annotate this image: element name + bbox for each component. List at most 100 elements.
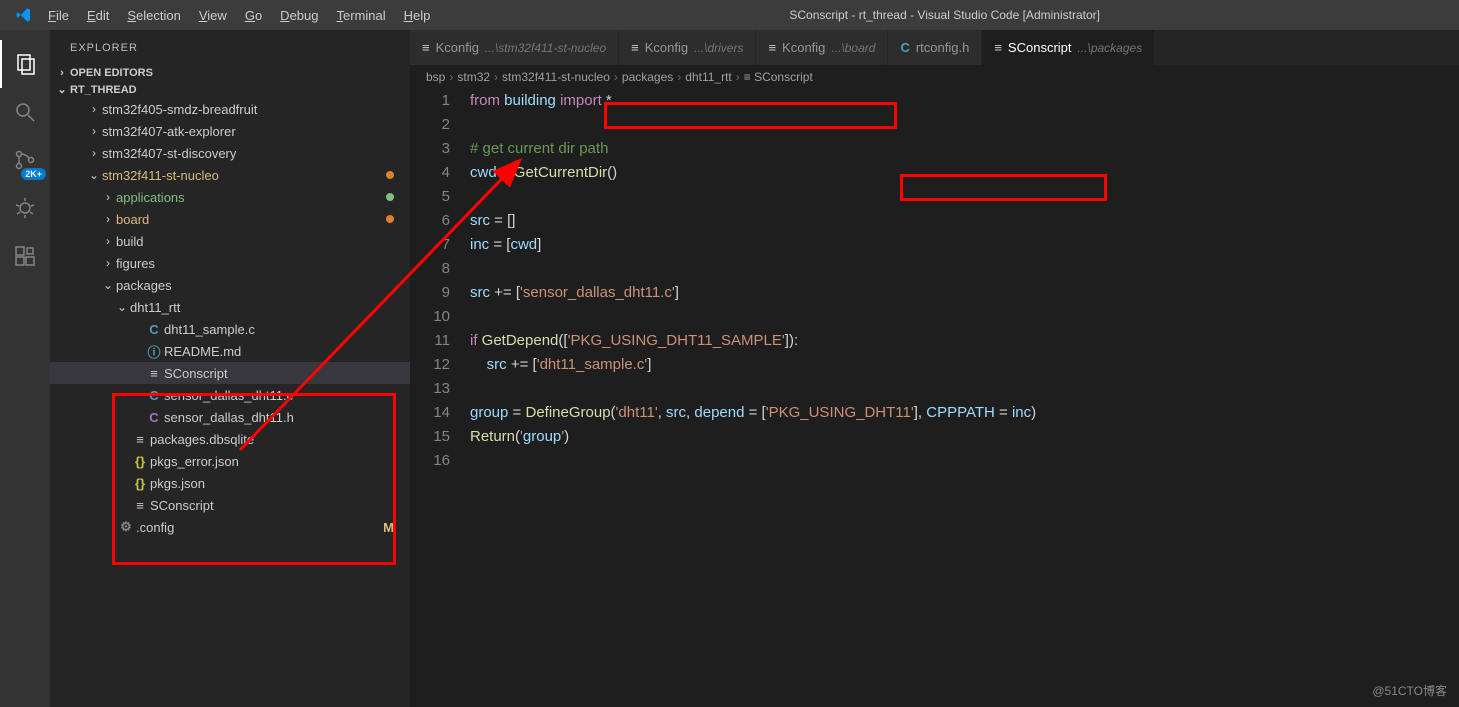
tree-item[interactable]: ⌄stm32f411-st-nucleo bbox=[50, 164, 410, 186]
tree-item[interactable]: ›figures bbox=[50, 252, 410, 274]
tree-label: pkgs.json bbox=[150, 476, 205, 491]
breadcrumb-item[interactable]: packages bbox=[622, 70, 673, 84]
breadcrumb-item[interactable]: stm32 bbox=[457, 70, 490, 84]
tree-item[interactable]: ›stm32f407-atk-explorer bbox=[50, 120, 410, 142]
tree-item[interactable]: Csensor_dallas_dht11.c bbox=[50, 384, 410, 406]
git-status-dot bbox=[386, 171, 394, 179]
chevron-icon: › bbox=[100, 212, 116, 226]
tree-item[interactable]: ›stm32f405-smdz-breadfruit bbox=[50, 98, 410, 120]
menu-item-help[interactable]: Help bbox=[396, 4, 439, 27]
tree-label: sensor_dallas_dht11.c bbox=[164, 388, 293, 403]
menu-item-file[interactable]: File bbox=[40, 4, 77, 27]
tree-item[interactable]: ≡packages.dbsqlite bbox=[50, 428, 410, 450]
menu-item-view[interactable]: View bbox=[191, 4, 235, 27]
tree-item[interactable]: {}pkgs.json bbox=[50, 472, 410, 494]
chevron-icon: › bbox=[86, 102, 102, 116]
breadcrumb-separator-icon: › bbox=[736, 70, 740, 84]
tree-label: build bbox=[116, 234, 143, 249]
breadcrumb-separator-icon: › bbox=[494, 70, 498, 84]
vscode-logo-icon bbox=[16, 7, 32, 23]
tree-label: applications bbox=[116, 190, 185, 205]
menu-item-edit[interactable]: Edit bbox=[79, 4, 117, 27]
open-editors-header[interactable]: › OPEN EDITORS bbox=[50, 65, 410, 81]
tab-path: ...\board bbox=[831, 41, 875, 55]
editor-tabs: ≡Kconfig...\stm32f411-st-nucleo≡Kconfig.… bbox=[410, 30, 1459, 65]
breadcrumb-item[interactable]: bsp bbox=[426, 70, 445, 84]
breadcrumb-item[interactable]: ≡ SConscript bbox=[744, 70, 813, 84]
tab-file-icon: C bbox=[900, 40, 909, 55]
tree-item[interactable]: ›board bbox=[50, 208, 410, 230]
git-status-dot bbox=[386, 215, 394, 223]
explorer-icon[interactable] bbox=[0, 40, 50, 88]
file-icon: C bbox=[144, 410, 164, 425]
editor-tab[interactable]: ≡Kconfig...\stm32f411-st-nucleo bbox=[410, 30, 619, 65]
editor-tab[interactable]: ≡Kconfig...\board bbox=[756, 30, 888, 65]
workspace-header[interactable]: ⌄ RT_THREAD bbox=[50, 81, 410, 98]
tree-item[interactable]: ⓘREADME.md bbox=[50, 340, 410, 362]
tree-item[interactable]: Cdht11_sample.c bbox=[50, 318, 410, 340]
tab-file-icon: ≡ bbox=[768, 40, 776, 55]
breadcrumb-item[interactable]: dht11_rtt bbox=[685, 70, 731, 84]
debug-icon[interactable] bbox=[0, 184, 50, 232]
breadcrumb[interactable]: bsp›stm32›stm32f411-st-nucleo›packages›d… bbox=[410, 65, 1459, 89]
tab-label: SConscript bbox=[1008, 40, 1072, 55]
tree-label: figures bbox=[116, 256, 155, 271]
tab-label: rtconfig.h bbox=[916, 40, 969, 55]
code-lines[interactable]: from building import * # get current dir… bbox=[470, 89, 1459, 707]
breadcrumb-separator-icon: › bbox=[677, 70, 681, 84]
editor-tab[interactable]: ≡Kconfig...\drivers bbox=[619, 30, 756, 65]
tab-file-icon: ≡ bbox=[994, 40, 1002, 55]
title-bar: FileEditSelectionViewGoDebugTerminalHelp… bbox=[0, 0, 1459, 30]
file-icon: ≡ bbox=[144, 366, 164, 381]
tree-label: sensor_dallas_dht11.h bbox=[164, 410, 294, 425]
tree-item[interactable]: ›stm32f407-st-discovery bbox=[50, 142, 410, 164]
git-status-dot bbox=[386, 193, 394, 201]
extensions-icon[interactable] bbox=[0, 232, 50, 280]
tree-label: dht11_rtt bbox=[130, 300, 180, 315]
menu-item-terminal[interactable]: Terminal bbox=[328, 4, 393, 27]
tab-file-icon: ≡ bbox=[422, 40, 430, 55]
chevron-icon: › bbox=[86, 124, 102, 138]
tree-label: SConscript bbox=[164, 366, 228, 381]
workspace-label: RT_THREAD bbox=[70, 84, 137, 96]
window-title: SConscript - rt_thread - Visual Studio C… bbox=[438, 8, 1451, 22]
tree-item[interactable]: ⌄packages bbox=[50, 274, 410, 296]
tree-item[interactable]: ≡SConscript bbox=[50, 494, 410, 516]
menu-bar: FileEditSelectionViewGoDebugTerminalHelp bbox=[40, 4, 438, 27]
tree-item[interactable]: ⚙.configM bbox=[50, 516, 410, 538]
tree-label: packages bbox=[116, 278, 172, 293]
tree-item[interactable]: {}pkgs_error.json bbox=[50, 450, 410, 472]
sidebar: EXPLORER › OPEN EDITORS ⌄ RT_THREAD ›stm… bbox=[50, 30, 410, 707]
tree-item[interactable]: ›applications bbox=[50, 186, 410, 208]
editor-tab[interactable]: Crtconfig.h bbox=[888, 30, 982, 65]
tree-item[interactable]: ≡SConscript bbox=[50, 362, 410, 384]
file-icon: ≡ bbox=[130, 432, 150, 447]
editor-tab[interactable]: ≡SConscript...\packages bbox=[982, 30, 1155, 65]
tree-label: dht11_sample.c bbox=[164, 322, 255, 337]
tree-item[interactable]: ⌄dht11_rtt bbox=[50, 296, 410, 318]
tab-path: ...\drivers bbox=[694, 41, 743, 55]
chevron-icon: › bbox=[86, 146, 102, 160]
file-icon: C bbox=[144, 322, 164, 337]
tree-label: stm32f411-st-nucleo bbox=[102, 168, 219, 183]
menu-item-debug[interactable]: Debug bbox=[272, 4, 326, 27]
chevron-right-icon: › bbox=[54, 67, 70, 79]
breadcrumb-item[interactable]: stm32f411-st-nucleo bbox=[502, 70, 610, 84]
watermark: @51CTO博客 bbox=[1372, 682, 1447, 699]
tree-label: stm32f405-smdz-breadfruit bbox=[102, 102, 257, 117]
file-icon: ⓘ bbox=[144, 342, 164, 361]
code-editor[interactable]: 12345678910111213141516 from building im… bbox=[410, 89, 1459, 707]
file-icon: ≡ bbox=[130, 498, 150, 513]
tree-label: stm32f407-atk-explorer bbox=[102, 124, 236, 139]
source-control-icon[interactable]: 2K+ bbox=[0, 136, 50, 184]
git-status-letter: M bbox=[383, 520, 394, 535]
file-icon: C bbox=[144, 388, 164, 403]
tree-item[interactable]: Csensor_dallas_dht11.h bbox=[50, 406, 410, 428]
search-icon[interactable] bbox=[0, 88, 50, 136]
menu-item-selection[interactable]: Selection bbox=[119, 4, 188, 27]
menu-item-go[interactable]: Go bbox=[237, 4, 270, 27]
tree-item[interactable]: ›build bbox=[50, 230, 410, 252]
tab-label: Kconfig bbox=[436, 40, 479, 55]
tree-label: board bbox=[116, 212, 149, 227]
activity-bar: 2K+ bbox=[0, 30, 50, 707]
